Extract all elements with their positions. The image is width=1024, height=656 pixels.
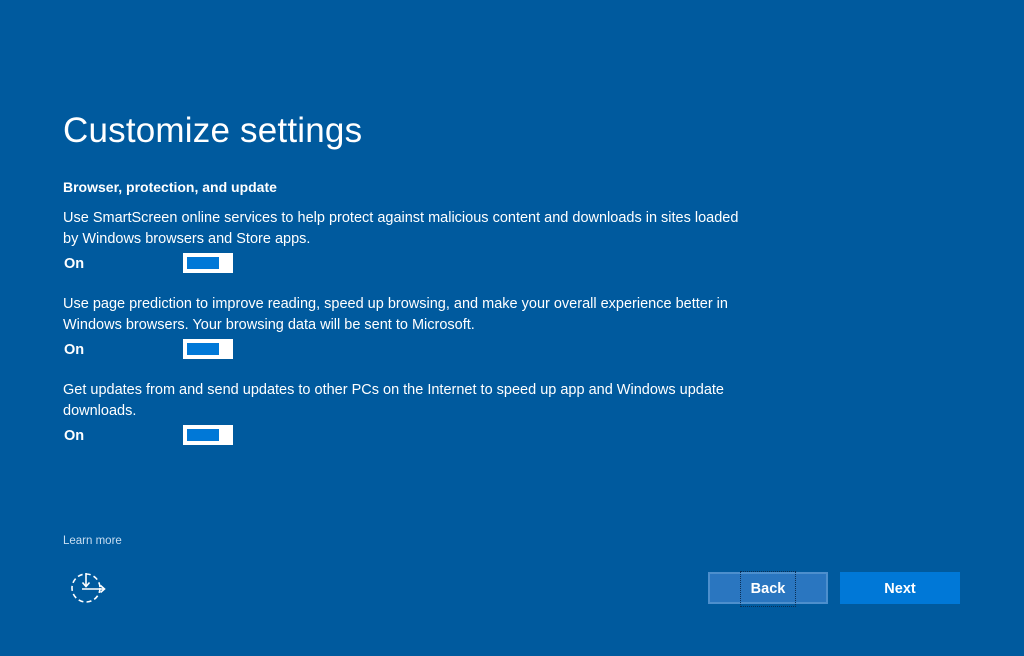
- toggle-track: [187, 257, 219, 269]
- toggle-state-label: On: [64, 428, 85, 444]
- setting-page-prediction: Use page prediction to improve reading, …: [63, 294, 743, 361]
- setting-toggle-row: On: [63, 425, 743, 447]
- toggle-track: [187, 343, 219, 355]
- smartscreen-toggle[interactable]: [183, 253, 233, 273]
- toggle-state-label: On: [64, 256, 85, 272]
- toggle-state-label: On: [64, 342, 85, 358]
- ease-of-access-icon-graphic: [71, 573, 106, 603]
- toggle-thumb: [221, 341, 231, 357]
- page-prediction-toggle[interactable]: [183, 339, 233, 359]
- toggle-thumb: [221, 255, 231, 271]
- back-button-label: Back: [739, 571, 797, 607]
- setting-toggle-row: On: [63, 339, 743, 361]
- learn-more-link[interactable]: Learn more: [63, 534, 122, 548]
- toggle-thumb: [221, 427, 231, 443]
- page-title: Customize settings: [63, 111, 363, 150]
- setting-smartscreen: Use SmartScreen online services to help …: [63, 208, 743, 275]
- toggle-track: [187, 429, 219, 441]
- ease-of-access-icon[interactable]: [68, 570, 108, 606]
- section-heading: Browser, protection, and update: [63, 179, 277, 195]
- setting-toggle-row: On: [63, 253, 743, 275]
- update-delivery-toggle[interactable]: [183, 425, 233, 445]
- back-button[interactable]: Back: [708, 571, 828, 607]
- setting-description: Use page prediction to improve reading, …: [63, 296, 728, 333]
- next-button[interactable]: Next: [840, 572, 960, 604]
- setting-update-delivery: Get updates from and send updates to oth…: [63, 380, 743, 447]
- setting-description: Get updates from and send updates to oth…: [63, 382, 724, 419]
- setting-description: Use SmartScreen online services to help …: [63, 210, 739, 247]
